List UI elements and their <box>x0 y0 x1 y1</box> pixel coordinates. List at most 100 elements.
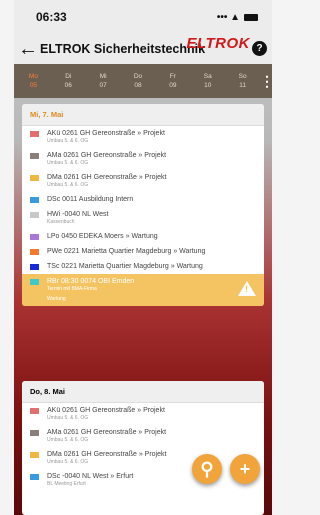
color-swatch <box>30 234 39 240</box>
appointment-subtitle: Umbau 5. & 6. OG <box>47 182 89 188</box>
appointment-subtitle: Kassenbuch <box>47 219 75 225</box>
battery-icon <box>244 13 258 21</box>
appointment-text: PWe 0221 Marietta Quartier Magdeburg » W… <box>47 247 258 256</box>
appointment-subtitle: Umbau 5. & 6. OG <box>47 138 89 144</box>
search-button[interactable]: ⚲ <box>192 454 222 484</box>
appointment-title: LPo 0450 EDEKA Moers » Wartung <box>47 233 158 240</box>
weekday-sa[interactable]: Sa 10 <box>190 72 225 90</box>
appointment-title: DSc -0040 NL West » Erfurt <box>47 473 134 480</box>
appointment-item[interactable]: DSc 0011 Ausbildung Intern <box>22 192 264 207</box>
weekday-so[interactable]: So 11 <box>225 72 260 90</box>
color-swatch <box>30 131 39 137</box>
weekday-date: 11 <box>239 82 246 89</box>
appointment-text: RBr 08:30 0074 OBI Emden Termin mit BMA-F… <box>47 277 258 303</box>
appointment-item[interactable]: AMa 0261 GH Gereonstraße » Projekt Umbau … <box>22 425 264 447</box>
color-swatch <box>30 452 39 458</box>
day-card: Mi, 7. Mai AKü 0261 GH Gereonstraße » Pr… <box>22 104 264 306</box>
appointment-item[interactable]: DSc -0040 NL West » Erfurt BL Meeting Erf… <box>22 469 264 491</box>
weekday-mi[interactable]: Mi 07 <box>86 72 121 90</box>
appointment-item[interactable]: LPo 0450 EDEKA Moers » Wartung <box>22 229 264 244</box>
weekday-di[interactable]: Di 06 <box>51 72 86 90</box>
appointment-subtitle: Umbau 5. & 6. OG <box>47 437 89 443</box>
appointment-text: HWi -0040 NL West Kassenbuch <box>47 210 258 226</box>
weekday-fr[interactable]: Fr 09 <box>155 72 190 90</box>
appointment-text: DMa 0261 GH Gereonstraße » Projekt Umbau … <box>47 173 258 189</box>
appointment-title: DSc 0011 Ausbildung Intern <box>47 196 134 203</box>
week-selector: Mo 05 Di 06 Mi 07 Do 08 Fr 09 Sa 10 So 11 ⋮ <box>14 64 272 98</box>
appointment-item[interactable]: HWi -0040 NL West Kassenbuch <box>22 207 264 229</box>
weekday-date: 05 <box>29 82 38 89</box>
appointment-text: AKü 0261 GH Gereonstraße » Projekt Umbau … <box>47 129 258 145</box>
app-bar: ← ELTROK Sicherheitstechnik ELTROK ? <box>14 34 272 64</box>
appointment-item[interactable]: AKü 0261 GH Gereonstraße » Projekt Umbau … <box>22 126 264 148</box>
color-swatch <box>30 408 39 414</box>
weekday-name: Do <box>133 73 143 80</box>
appointment-list: AKü 0261 GH Gereonstraße » Projekt Umbau … <box>22 403 264 491</box>
weekday-date: 09 <box>169 82 177 89</box>
appointment-title: AMa 0261 GH Gereonstraße » Projekt <box>47 429 167 436</box>
color-swatch <box>30 175 39 181</box>
weekday-mo[interactable]: Mo 05 <box>16 72 51 90</box>
appointment-title: AMa 0261 GH Gereonstraße » Projekt <box>47 152 167 159</box>
day-card: Do, 8. Mai AKü 0261 GH Gereonstraße » Pr… <box>22 381 264 515</box>
weekday-date: 10 <box>204 82 212 89</box>
appointment-text: AMa 0261 GH Gereonstraße » Projekt Umbau … <box>47 151 258 167</box>
color-swatch <box>30 430 39 436</box>
appointment-item[interactable]: TSc 0221 Marietta Quartier Magdeburg » W… <box>22 259 264 274</box>
appointment-subtitle: Umbau 5. & 6. OG <box>47 160 89 166</box>
plus-icon: + <box>239 458 251 479</box>
status-time: 06:33 <box>36 10 67 24</box>
appointment-text: TSc 0221 Marietta Quartier Magdeburg » W… <box>47 262 258 271</box>
appointment-title: AKü 0261 GH Gereonstraße » Projekt <box>47 407 165 414</box>
appointment-item[interactable]: PWe 0221 Marietta Quartier Magdeburg » W… <box>22 244 264 259</box>
appointment-title: AKü 0261 GH Gereonstraße » Projekt <box>47 130 165 137</box>
day-header: Do, 8. Mai <box>22 381 264 403</box>
search-icon: ⚲ <box>200 458 214 479</box>
weekday-name: Fr <box>169 73 176 80</box>
weekday-do[interactable]: Do 08 <box>121 72 156 90</box>
phone-screen: 06:33 ••• ▲ ← ELTROK Sicherheitstechnik … <box>14 0 272 515</box>
appointment-text: LPo 0450 EDEKA Moers » Wartung <box>47 232 258 241</box>
appointment-text: DSc -0040 NL West » Erfurt BL Meeting Erf… <box>47 472 258 488</box>
color-swatch <box>30 264 39 270</box>
add-button[interactable]: + <box>230 454 260 484</box>
appointment-title: HWi -0040 NL West <box>47 211 109 218</box>
arrow-left-icon[interactable]: ← <box>18 39 38 59</box>
status-icons: ••• ▲ <box>217 12 258 23</box>
appointment-item[interactable]: AMa 0261 GH Gereonstraße » Projekt Umbau … <box>22 148 264 170</box>
appointment-list: AKü 0261 GH Gereonstraße » Projekt Umbau … <box>22 126 264 306</box>
appointment-text: DMa 0261 GH Gereonstraße » Projekt Umbau … <box>47 450 258 466</box>
appointment-item[interactable]: DMa 0261 GH Gereonstraße » Projekt Umbau … <box>22 447 264 469</box>
appointment-title: DMa 0261 GH Gereonstraße » Projekt <box>47 451 167 458</box>
appointment-subtitle: BL Meeting Erfurt <box>47 481 86 487</box>
appointment-text: DSc 0011 Ausbildung Intern <box>47 195 258 204</box>
color-swatch <box>30 197 39 203</box>
color-swatch <box>30 249 39 255</box>
weekday-name: So <box>238 73 247 80</box>
appointment-item[interactable]: AKü 0261 GH Gereonstraße » Projekt Umbau … <box>22 403 264 425</box>
page-title: ELTROK Sicherheitstechnik <box>40 42 206 56</box>
appointment-text: AMa 0261 GH Gereonstraße » Projekt Umbau … <box>47 428 258 444</box>
appointment-item[interactable]: RBr 08:30 0074 OBI Emden Termin mit BMA-F… <box>22 274 264 306</box>
warning-icon: ! <box>238 281 256 296</box>
status-bar: 06:33 ••• ▲ <box>14 0 272 34</box>
appointment-subtitle: Termin mit BMA-Firma <box>47 286 97 292</box>
weekday-name: Di <box>65 73 72 80</box>
warning-icon-mark: ! <box>245 284 248 294</box>
signal-icon: ••• ▲ <box>216 11 240 23</box>
color-swatch <box>30 153 39 159</box>
appointment-title: RBr 08:30 0074 OBI Emden <box>47 278 135 285</box>
question-icon[interactable]: ? <box>252 41 267 56</box>
color-swatch <box>30 474 39 480</box>
appointment-item[interactable]: DMa 0261 GH Gereonstraße » Projekt Umbau … <box>22 170 264 192</box>
eltrok-logo: ELTROK <box>186 35 250 52</box>
appointment-title: PWe 0221 Marietta Quartier Magdeburg » W… <box>47 248 206 255</box>
appointment-subtitle: Umbau 5. & 6. OG <box>47 459 89 465</box>
more-vertical-icon[interactable]: ⋮ <box>260 73 272 90</box>
appointment-title: TSc 0221 Marietta Quartier Magdeburg » W… <box>47 263 203 270</box>
color-swatch <box>30 212 39 218</box>
weekday-date: 07 <box>99 82 107 89</box>
weekday-name: Mo <box>28 73 38 80</box>
weekday-name: Sa <box>203 73 212 80</box>
day-header: Mi, 7. Mai <box>22 104 264 126</box>
